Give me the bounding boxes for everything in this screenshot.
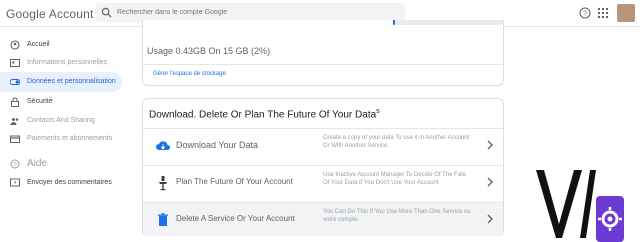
sidebar-item-home[interactable]: Accueil bbox=[0, 35, 122, 55]
feedback-icon bbox=[10, 178, 20, 187]
storage-progress-bar bbox=[393, 20, 503, 25]
sidebar: Accueil Informations personnelles Donnée… bbox=[0, 27, 128, 242]
row-title: Plan The Future Of Your Account bbox=[176, 177, 293, 186]
card-icon bbox=[10, 135, 20, 143]
sidebar-item-label: Aide bbox=[27, 158, 48, 169]
home-icon bbox=[10, 40, 20, 50]
sidebar-item-feedback[interactable]: Envoyer des commentaires bbox=[0, 173, 122, 193]
row-description: Use Inactive Account Manager To Decide O… bbox=[323, 172, 467, 186]
row-title: Delete A Service Or Your Account bbox=[176, 214, 295, 223]
lock-icon bbox=[11, 97, 19, 107]
row-description: Create a copy of your data To use it in … bbox=[323, 135, 470, 149]
row-title: Download Your Data bbox=[176, 140, 259, 150]
sidebar-item-label: Envoyer des commentaires bbox=[27, 179, 112, 186]
watermark-logo bbox=[536, 170, 624, 242]
sidebar-item-personal-info[interactable]: Informations personnelles bbox=[0, 53, 122, 73]
sidebar-item-payments[interactable]: Paiements et abonnements bbox=[0, 129, 122, 149]
plan-future-row[interactable]: Plan The Future Of Your Account Use Inac… bbox=[143, 165, 503, 198]
sidebar-item-label: Sécurité bbox=[27, 98, 53, 105]
plan-icon bbox=[159, 176, 167, 191]
sidebar-item-label: Paiements et abonnements bbox=[27, 135, 113, 142]
chevron-right-icon bbox=[487, 140, 493, 150]
sidebar-item-contacts-sharing[interactable]: Contacts And Sharing bbox=[0, 111, 122, 131]
avatar[interactable] bbox=[617, 4, 635, 22]
cloud-download-icon bbox=[156, 141, 170, 150]
help-circle-icon: ? bbox=[10, 159, 20, 169]
sidebar-item-help[interactable]: ? Aide bbox=[0, 154, 122, 174]
section-title: Download. Delete Or Plan The Future Of Y… bbox=[149, 108, 380, 121]
svg-text:?: ? bbox=[583, 11, 587, 18]
toggle-icon bbox=[10, 79, 20, 85]
google-account-logo[interactable]: Google Account bbox=[6, 7, 94, 21]
sidebar-item-label: Informations personnelles bbox=[27, 59, 108, 66]
manage-storage-link[interactable]: Gérer l'espace de stockage bbox=[153, 71, 226, 77]
storage-card: Usage 0.43GB On 15 GB (2%) Gérer l'espac… bbox=[142, 20, 505, 86]
sidebar-item-label: Données et personnalisation bbox=[27, 78, 116, 85]
download-delete-plan-card: Download. Delete Or Plan The Future Of Y… bbox=[142, 98, 504, 236]
sidebar-item-data-personalization[interactable]: Données et personnalisation bbox=[0, 72, 122, 92]
sidebar-item-label: Contacts And Sharing bbox=[27, 117, 95, 124]
search-input[interactable] bbox=[117, 5, 397, 20]
storage-usage-text: Usage 0.43GB On 15 GB (2%) bbox=[147, 46, 271, 56]
help-icon[interactable]: ? bbox=[579, 7, 591, 19]
delete-service-row[interactable]: Delete A Service Or Your Account You Can… bbox=[143, 202, 503, 236]
apps-icon[interactable] bbox=[598, 8, 608, 18]
chevron-right-icon bbox=[487, 214, 493, 224]
row-description: You Can Do This If You Use More Than One… bbox=[323, 209, 471, 223]
download-data-row[interactable]: Download Your Data Create a copy of your… bbox=[143, 128, 503, 161]
id-card-icon bbox=[10, 59, 20, 67]
trash-icon bbox=[158, 213, 168, 226]
search-icon bbox=[101, 7, 112, 18]
storage-progress-fill bbox=[393, 20, 396, 25]
sidebar-item-label: Accueil bbox=[27, 41, 50, 48]
chevron-right-icon bbox=[487, 177, 493, 187]
sidebar-item-security[interactable]: Sécurité bbox=[0, 92, 122, 112]
divider bbox=[143, 64, 505, 65]
people-icon bbox=[10, 118, 19, 125]
